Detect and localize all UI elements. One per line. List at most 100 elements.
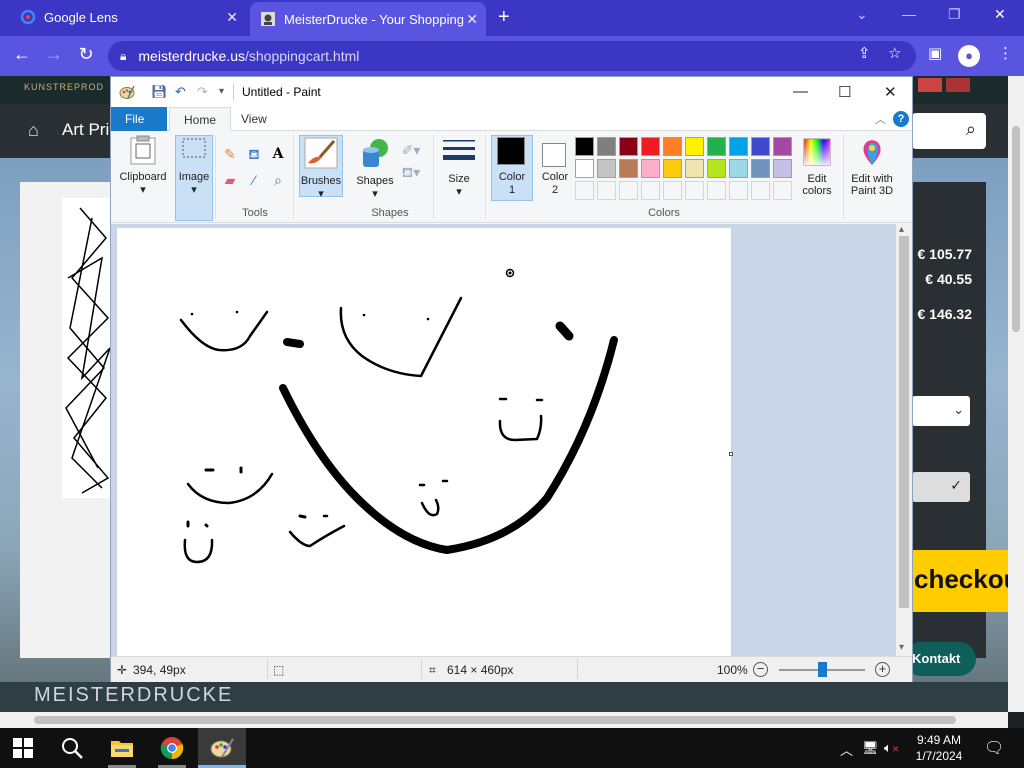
shapes-button[interactable]: Shapes ▾ <box>355 137 395 200</box>
palette-swatch[interactable] <box>729 137 748 156</box>
search-icon[interactable] <box>60 736 84 760</box>
sidebar-icon[interactable]: ▣ <box>928 44 942 62</box>
new-tab-button[interactable]: + <box>498 6 510 29</box>
notification-icon[interactable]: 🗨︎ <box>984 738 1004 758</box>
palette-swatch[interactable] <box>751 159 770 178</box>
language-flags[interactable] <box>918 78 978 98</box>
color1-button[interactable]: Color 1 <box>491 137 533 199</box>
tab-meisterdrucke[interactable]: MeisterDrucke - Your Shopping ✕ <box>250 2 486 36</box>
size-button[interactable]: Size ▾ <box>439 137 479 203</box>
zoom-out-icon[interactable]: − <box>753 662 768 677</box>
star-icon[interactable]: ☆ <box>888 44 901 62</box>
drawing-canvas[interactable] <box>117 228 731 656</box>
outline-icon[interactable]: ✐▾ <box>399 141 423 159</box>
palette-empty-slot[interactable] <box>663 181 682 200</box>
artwork-thumbnail[interactable] <box>62 198 112 498</box>
shipping-select[interactable]: ⌄ <box>912 396 970 426</box>
eraser-icon[interactable]: ▰ <box>221 171 239 189</box>
check-icon[interactable]: ✓ <box>950 477 962 494</box>
file-explorer-icon[interactable] <box>110 736 134 760</box>
reload-icon[interactable]: ↻ <box>74 44 98 65</box>
color-picker-icon[interactable]: ⁄ <box>245 171 263 189</box>
resize-handle-right[interactable] <box>729 452 733 456</box>
page-horizontal-scrollbar[interactable] <box>0 712 1008 728</box>
close-icon[interactable]: ✕ <box>884 83 897 101</box>
collapse-ribbon-icon[interactable]: ︿ <box>875 111 886 127</box>
brushes-button[interactable]: Brushes ▾ <box>299 137 343 200</box>
tab-home[interactable]: Home <box>169 107 232 132</box>
edit-colors-button[interactable]: Edit colors <box>797 137 837 203</box>
voucher-input[interactable]: ✓ <box>912 472 970 502</box>
save-icon[interactable]: 💾︎ <box>151 84 168 100</box>
close-icon[interactable]: ✕ <box>994 6 1006 23</box>
restore-icon[interactable]: ❐ <box>948 6 961 23</box>
zoom-in-icon[interactable]: + <box>875 662 890 677</box>
tab-search-icon[interactable]: ⌄ <box>856 6 868 23</box>
image-button[interactable]: Image ▾ <box>175 135 213 221</box>
fill-icon[interactable]: ⛾ <box>245 145 263 163</box>
address-bar[interactable]: 🔒︎ meisterdrucke.us/shoppingcart.html <box>108 41 916 71</box>
palette-swatch[interactable] <box>751 137 770 156</box>
zoom-slider-thumb[interactable] <box>818 662 827 677</box>
close-tab-icon[interactable]: ✕ <box>466 11 478 28</box>
palette-swatch[interactable] <box>663 137 682 156</box>
palette-empty-slot[interactable] <box>641 181 660 200</box>
network-icon[interactable]: 🖥︎ <box>862 740 879 756</box>
minimize-icon[interactable]: — <box>793 83 808 100</box>
share-icon[interactable]: ⇪ <box>858 44 871 62</box>
forward-icon[interactable]: → <box>42 44 66 65</box>
checkout-button[interactable]: checkou <box>912 550 1008 612</box>
chrome-icon[interactable] <box>160 736 184 760</box>
scroll-down-icon[interactable]: ▾ <box>899 642 904 653</box>
edit-with-paint3d-button[interactable]: Edit with Paint 3D <box>847 137 897 203</box>
customize-toolbar-icon[interactable]: ▾ <box>219 86 224 97</box>
palette-swatch[interactable] <box>597 137 616 156</box>
palette-swatch[interactable] <box>685 159 704 178</box>
back-icon[interactable]: ← <box>10 44 34 65</box>
nav-art-prints[interactable]: Art Pri <box>62 120 109 140</box>
scroll-up-icon[interactable]: ▴ <box>899 224 904 235</box>
taskbar-clock[interactable]: 9:49 AM 1/7/2024 <box>904 732 974 764</box>
paint-icon[interactable] <box>210 736 234 760</box>
paint-icon[interactable] <box>119 84 135 103</box>
contact-button[interactable]: Kontakt <box>904 642 976 676</box>
tab-file[interactable]: File <box>111 107 167 131</box>
color2-button[interactable]: Color 2 <box>535 137 575 199</box>
palette-empty-slot[interactable] <box>685 181 704 200</box>
page-vertical-scrollbar[interactable] <box>1008 76 1024 712</box>
magnifier-icon[interactable]: ⌕ <box>269 171 287 189</box>
clipboard-button[interactable]: Clipboard ▾ <box>115 135 171 221</box>
site-logo[interactable]: KUNSTREPROD <box>24 82 104 92</box>
help-icon[interactable]: ? <box>893 111 909 127</box>
palette-swatch[interactable] <box>773 159 792 178</box>
undo-icon[interactable]: ↶ <box>175 84 186 100</box>
home-icon[interactable]: ⌂ <box>28 120 39 141</box>
palette-swatch[interactable] <box>707 137 726 156</box>
volume-icon[interactable]: 🔈︎✕ <box>884 740 899 756</box>
tab-google-lens[interactable]: Google Lens ✕ <box>10 0 246 34</box>
palette-swatch[interactable] <box>575 137 594 156</box>
palette-empty-slot[interactable] <box>597 181 616 200</box>
palette-swatch[interactable] <box>707 159 726 178</box>
close-tab-icon[interactable]: ✕ <box>226 9 238 26</box>
menu-icon[interactable]: ⋮ <box>998 44 1013 62</box>
palette-swatch[interactable] <box>641 137 660 156</box>
palette-empty-slot[interactable] <box>619 181 638 200</box>
maximize-icon[interactable]: ☐ <box>838 83 851 101</box>
pencil-icon[interactable]: ✎ <box>221 145 239 163</box>
canvas-vertical-scrollbar[interactable]: ▴ ▾ <box>896 224 912 656</box>
text-icon[interactable]: A <box>269 145 287 163</box>
tab-view[interactable]: View <box>227 107 281 131</box>
palette-swatch[interactable] <box>619 137 638 156</box>
palette-swatch[interactable] <box>597 159 616 178</box>
shape-fill-icon[interactable]: ⛾▾ <box>399 163 423 181</box>
palette-swatch[interactable] <box>773 137 792 156</box>
palette-swatch[interactable] <box>663 159 682 178</box>
palette-empty-slot[interactable] <box>729 181 748 200</box>
redo-icon[interactable]: ↷ <box>197 84 208 100</box>
profile-icon[interactable]: ● <box>958 45 980 67</box>
palette-swatch[interactable] <box>641 159 660 178</box>
windows-start-icon[interactable] <box>13 736 37 760</box>
chevron-up-icon[interactable]: ︿ <box>840 740 853 759</box>
palette-empty-slot[interactable] <box>575 181 594 200</box>
